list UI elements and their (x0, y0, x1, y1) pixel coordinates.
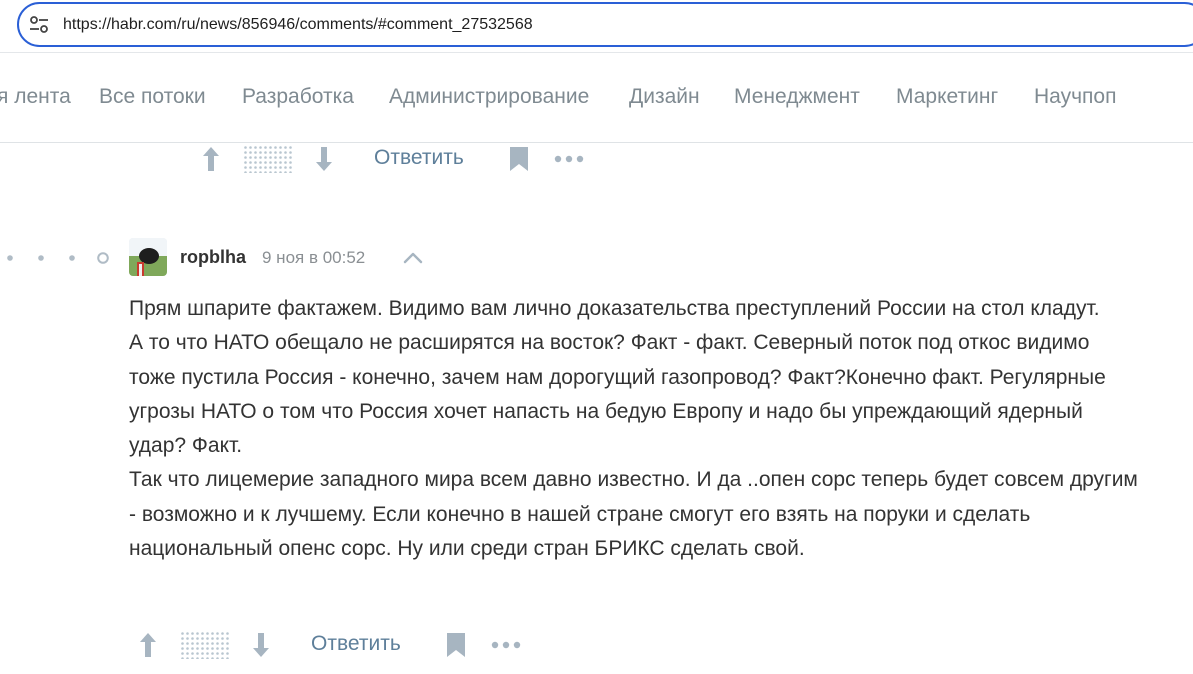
hub-link-popsci[interactable]: Научпоп (1034, 85, 1116, 109)
comment-actions: Ответить (0, 626, 600, 662)
more-icon[interactable] (491, 640, 523, 650)
upvote-arrow-icon[interactable] (137, 631, 159, 659)
comment-time[interactable]: 9 ноя в 00:52 (262, 248, 365, 268)
hub-link-development[interactable]: Разработка (242, 85, 354, 109)
reply-link[interactable]: Ответить (374, 146, 464, 170)
more-icon[interactable] (554, 154, 586, 164)
hub-link-management[interactable]: Менеджмент (734, 85, 860, 109)
avatar[interactable] (129, 238, 167, 276)
downvote-arrow-icon[interactable] (250, 631, 272, 659)
hubs-nav: я лента Все потоки Разработка Администри… (0, 53, 1193, 143)
bookmark-icon[interactable] (446, 632, 466, 658)
browser-toolbar: https://habr.com/ru/news/856946/comments… (0, 0, 1193, 53)
bookmark-icon[interactable] (509, 146, 529, 172)
hub-link-administration[interactable]: Администрирование (389, 85, 589, 109)
comment-author[interactable]: ropblha (180, 247, 246, 268)
hub-link-design[interactable]: Дизайн (629, 85, 700, 109)
comment-paragraph: Прям шпарите фактажем. Видимо вам лично … (129, 297, 1100, 320)
hub-link-my-feed[interactable]: я лента (0, 85, 71, 109)
hub-link-all-streams[interactable]: Все потоки (99, 85, 206, 109)
comment-paragraph: А то что НАТО обещало не расширятся на в… (129, 331, 1106, 458)
hidden-score-icon (180, 631, 230, 659)
hub-link-marketing[interactable]: Маркетинг (896, 85, 998, 109)
thread-depth-indicator (7, 252, 109, 264)
prev-comment-actions: Ответить (0, 140, 600, 176)
url-text[interactable]: https://habr.com/ru/news/856946/comments… (63, 16, 533, 34)
chevron-up-icon[interactable] (403, 251, 423, 265)
downvote-arrow-icon[interactable] (313, 145, 335, 173)
comment-paragraph: Так что лицемерие западного мира всем да… (129, 468, 1138, 561)
site-info-icon[interactable] (29, 16, 49, 34)
upvote-arrow-icon[interactable] (200, 145, 222, 173)
hidden-score-icon (243, 145, 293, 173)
address-bar[interactable]: https://habr.com/ru/news/856946/comments… (17, 2, 1193, 47)
reply-link[interactable]: Ответить (311, 632, 401, 656)
comment-body: Прям шпарите фактажем. Видимо вам лично … (129, 292, 1139, 566)
